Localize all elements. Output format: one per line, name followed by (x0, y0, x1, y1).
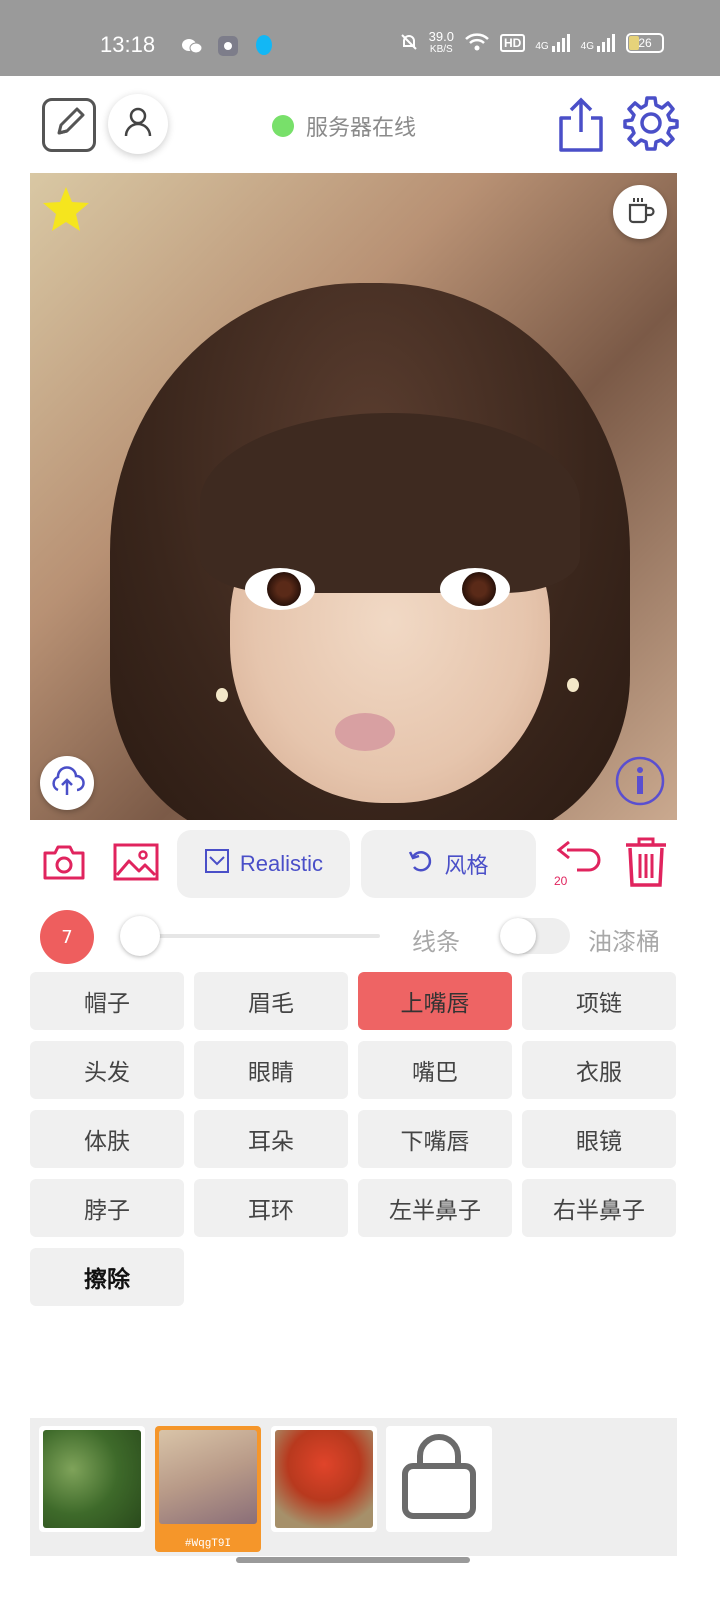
status-bar: 13:18 39.0 KB/S HD 4G 4G 26 (0, 0, 720, 76)
trash-icon (622, 836, 670, 892)
part-button[interactable]: 项链 (522, 972, 676, 1030)
home-indicator[interactable] (236, 1557, 470, 1563)
delete-button[interactable] (620, 836, 672, 892)
network-speed-unit: KB/S (429, 44, 453, 55)
server-status-label: 服务器在线 (306, 116, 417, 141)
qq-icon (252, 34, 276, 58)
settings-button[interactable] (622, 96, 680, 154)
part-button[interactable]: 脖子 (30, 1179, 184, 1237)
battery-level: 26 (638, 36, 652, 50)
camera-icon (42, 843, 86, 885)
canvas-earring-left (216, 688, 228, 702)
thumbnail-2-selected[interactable]: #WqgT9I (155, 1426, 261, 1552)
part-button[interactable]: 上嘴唇 (358, 972, 512, 1030)
sim2-label: 4G (580, 41, 594, 52)
network-speed: 39.0 KB/S (429, 30, 454, 56)
brush-size-slider-thumb[interactable] (120, 916, 160, 956)
undo-count: 20 (554, 874, 568, 888)
gear-icon (623, 95, 679, 155)
red-tree-thumbnail (275, 1430, 373, 1528)
canvas-bangs-region (200, 413, 580, 593)
system-indicators: 39.0 KB/S HD 4G 4G 26 (399, 30, 664, 56)
part-button[interactable]: 嘴巴 (358, 1041, 512, 1099)
part-button[interactable]: 擦除 (30, 1248, 184, 1306)
part-button[interactable]: 眼睛 (194, 1041, 348, 1099)
sim1-label: 4G (535, 41, 549, 52)
coffee-cup-button[interactable] (613, 185, 667, 239)
share-upload-icon (557, 96, 605, 156)
line-mode-label[interactable]: 线条 (412, 922, 460, 957)
tool-row: Realistic 风格 20 (0, 828, 720, 902)
thumbnail-3[interactable] (271, 1426, 377, 1532)
checkbox-icon (204, 848, 230, 880)
canvas-right-eye (440, 568, 510, 610)
app-notification-icon (216, 34, 240, 58)
cloud-upload-button[interactable] (40, 756, 94, 810)
hd-badge: HD (499, 34, 526, 52)
style-mode-button[interactable]: Realistic (177, 830, 350, 898)
part-button[interactable]: 衣服 (522, 1041, 676, 1099)
part-button[interactable]: 耳环 (194, 1179, 348, 1237)
server-status-dot (272, 115, 294, 137)
brush-settings-row: 7 线条 油漆桶 (0, 908, 720, 964)
part-button[interactable]: 右半鼻子 (522, 1179, 676, 1237)
part-button[interactable]: 眼镜 (522, 1110, 676, 1168)
canvas-mouth (335, 713, 395, 751)
paint-bucket-toggle[interactable] (500, 918, 570, 954)
user-profile-button[interactable] (108, 94, 168, 154)
top-bar: 服务器在线 (0, 76, 720, 174)
user-icon (123, 106, 153, 142)
favorite-star-icon[interactable] (40, 183, 92, 235)
part-button[interactable]: 头发 (30, 1041, 184, 1099)
part-button[interactable]: 眉毛 (194, 972, 348, 1030)
green-foliage-thumbnail (43, 1430, 141, 1528)
toggle-knob (500, 918, 536, 954)
battery-indicator: 26 (626, 33, 664, 53)
part-button[interactable]: 帽子 (30, 972, 184, 1030)
server-status: 服务器在线 (272, 110, 416, 142)
wifi-icon (464, 32, 490, 55)
thumbnail-caption: #WqgT9I (184, 1538, 232, 1550)
info-icon (614, 755, 666, 811)
mute-bell-icon (399, 32, 419, 55)
image-icon (113, 843, 159, 885)
style-mode-label: Realistic (239, 851, 324, 876)
style-button[interactable]: 风格 (361, 830, 536, 898)
wechat-icon (180, 34, 204, 58)
share-button[interactable] (556, 96, 606, 156)
style-label: 风格 (444, 854, 489, 879)
network-speed-value: 39.0 (428, 29, 454, 44)
part-button[interactable]: 左半鼻子 (358, 1179, 512, 1237)
info-button[interactable] (613, 756, 667, 810)
refresh-icon (408, 848, 434, 880)
signal-1: 4G (535, 34, 570, 52)
camera-button[interactable] (40, 842, 88, 886)
part-button[interactable]: 体肤 (30, 1110, 184, 1168)
canvas-left-eye (245, 568, 315, 610)
notification-icons (180, 34, 276, 58)
drawing-canvas[interactable] (30, 173, 677, 820)
portrait-thumbnail (159, 1430, 257, 1524)
part-selector-grid: 帽子 眉毛 上嘴唇 项链头发 眼睛 嘴巴 衣服体肤 耳朵 下嘴唇 眼镜脖子 耳环 左半鼻子 右半鼻子擦除 (30, 972, 677, 1306)
part-button[interactable]: 耳朵 (194, 1110, 348, 1168)
brush-size-value: 7 (61, 926, 73, 948)
signal-2: 4G (581, 34, 616, 52)
gallery-button[interactable] (112, 842, 160, 886)
brush-size-badge[interactable]: 7 (40, 910, 94, 964)
part-button[interactable]: 下嘴唇 (358, 1110, 512, 1168)
shop-button[interactable] (386, 1426, 492, 1532)
shopping-bag-icon (400, 1434, 478, 1524)
paint-bucket-label[interactable]: 油漆桶 (588, 922, 660, 957)
cloud-upload-icon (49, 766, 85, 800)
canvas-earring-right (567, 678, 579, 692)
thumbnail-1[interactable] (39, 1426, 145, 1532)
status-time: 13:18 (100, 32, 156, 57)
pencil-edit-icon (51, 105, 87, 145)
edit-button[interactable] (42, 98, 96, 152)
brush-size-slider-track[interactable] (128, 934, 380, 938)
coffee-cup-icon (625, 195, 655, 229)
history-tray: #WqgT9I (30, 1418, 677, 1556)
